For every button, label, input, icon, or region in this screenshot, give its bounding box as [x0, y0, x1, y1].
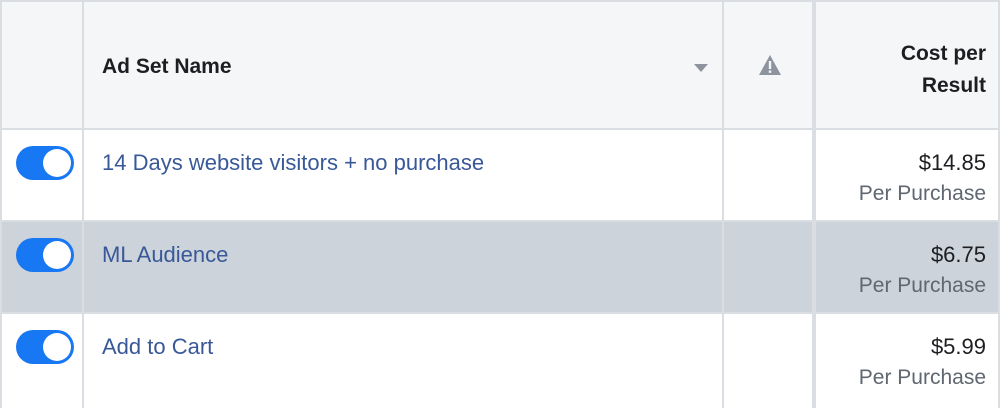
name-cell: ML Audience [84, 222, 724, 312]
warning-cell [724, 130, 816, 220]
table-row[interactable]: ML Audience $6.75 Per Purchase [2, 222, 998, 314]
cost-type: Per Purchase [858, 182, 986, 205]
cost-cell: $14.85 Per Purchase [816, 130, 998, 220]
ad-set-status-toggle[interactable] [16, 330, 74, 364]
cost-type: Per Purchase [858, 274, 986, 297]
cost-header-line2: Result [921, 74, 986, 97]
header-cost-per-result[interactable]: Cost per Result [816, 2, 998, 128]
table-header-row: Ad Set Name Cost per Result [2, 2, 998, 130]
chevron-down-icon[interactable] [694, 64, 708, 72]
warning-cell [724, 314, 816, 408]
toggle-cell [2, 130, 84, 220]
cost-header-line1: Cost per [900, 42, 986, 65]
toggle-cell [2, 222, 84, 312]
table-row[interactable]: 14 Days website visitors + no purchase $… [2, 130, 998, 222]
ad-set-status-toggle[interactable] [16, 238, 74, 272]
toggle-knob [43, 149, 71, 177]
ad-set-name-link[interactable]: 14 Days website visitors + no purchase [102, 150, 484, 176]
name-cell: Add to Cart [84, 314, 724, 408]
name-cell: 14 Days website visitors + no purchase [84, 130, 724, 220]
cost-per-result-header-label: Cost per Result [901, 38, 986, 102]
cost-value: $5.99 [930, 334, 986, 359]
toggle-cell [2, 314, 84, 408]
cost-cell: $6.75 Per Purchase [816, 222, 998, 312]
header-toggle-column [2, 2, 84, 128]
ad-sets-table: Ad Set Name Cost per Result 14 Days webs… [0, 0, 1000, 408]
ad-set-name-link[interactable]: ML Audience [102, 242, 228, 268]
cost-value: $6.75 [930, 242, 986, 267]
toggle-knob [43, 333, 71, 361]
cost-type: Per Purchase [858, 366, 986, 389]
warning-triangle-icon [759, 55, 781, 75]
cost-cell: $5.99 Per Purchase [816, 314, 998, 408]
toggle-knob [43, 241, 71, 269]
cost-value: $14.85 [918, 150, 986, 175]
ad-set-name-link[interactable]: Add to Cart [102, 334, 213, 360]
warning-cell [724, 222, 816, 312]
header-warnings-column[interactable] [724, 2, 816, 128]
ad-set-name-header-label: Ad Set Name [102, 55, 232, 78]
ad-set-status-toggle[interactable] [16, 146, 74, 180]
header-ad-set-name[interactable]: Ad Set Name [84, 2, 724, 128]
table-row[interactable]: Add to Cart $5.99 Per Purchase [2, 314, 998, 408]
